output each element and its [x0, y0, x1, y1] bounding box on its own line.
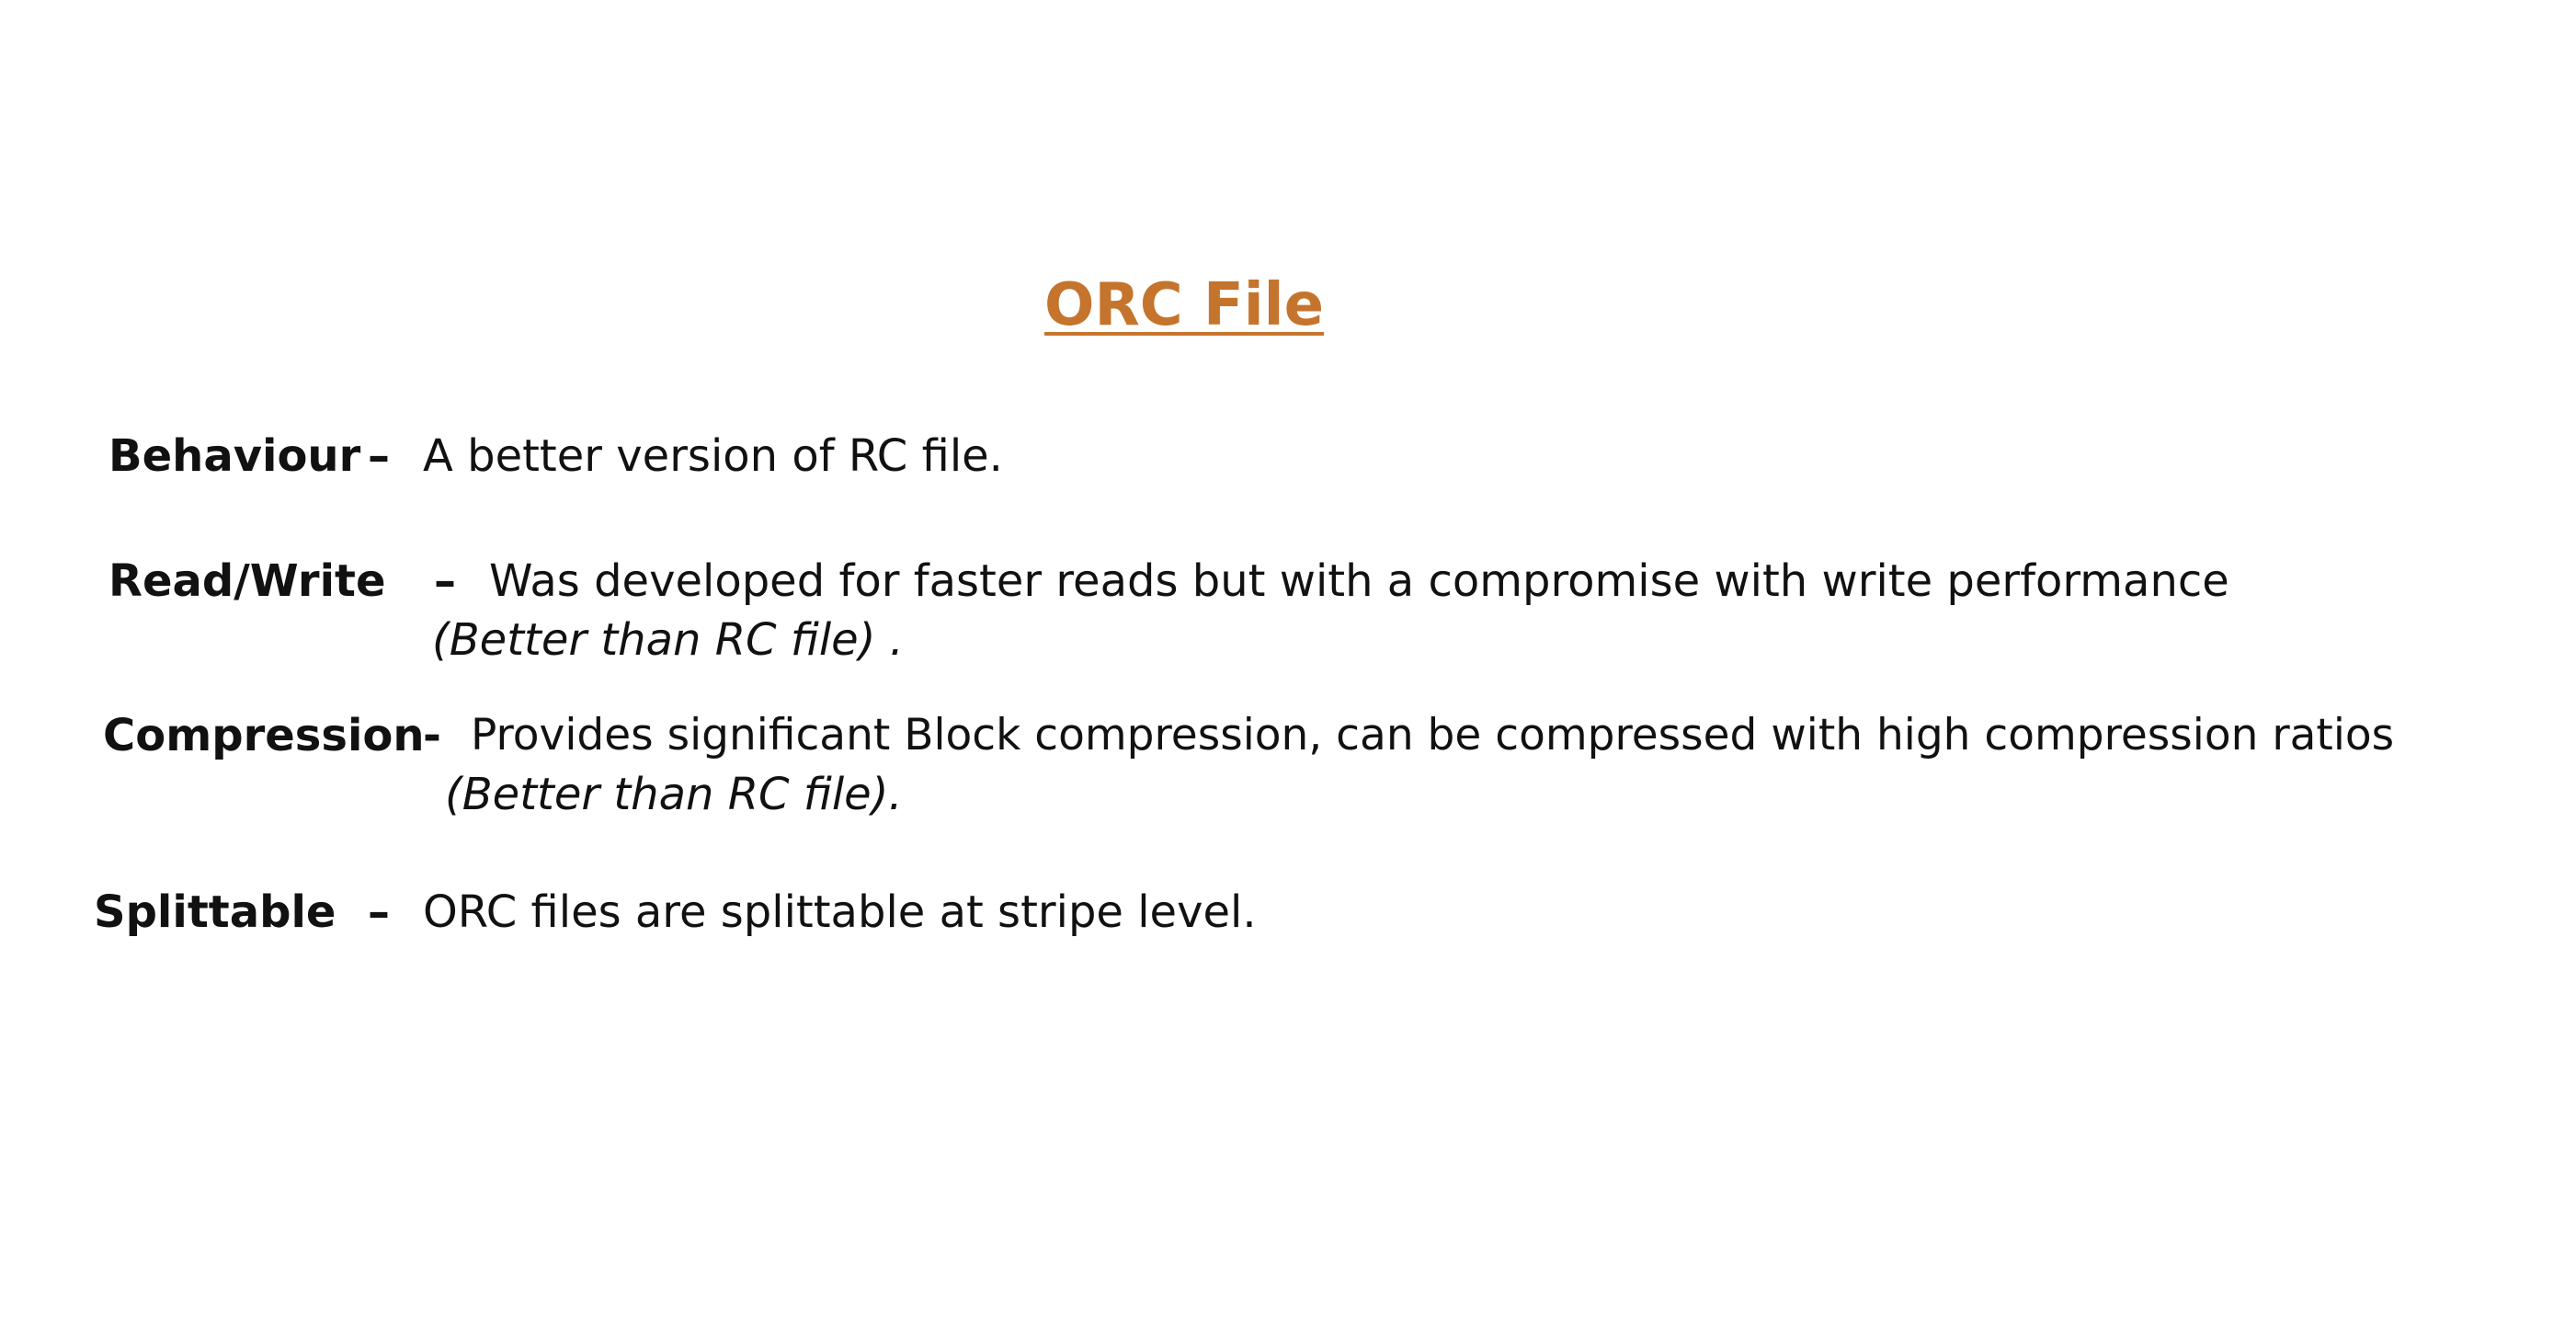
property-description: A better version of RC file. [423, 430, 1003, 482]
property-term: Splittable [94, 886, 336, 938]
property-description: Provides significant Block compression, … [471, 710, 2395, 760]
property-note: (Better than RC file). [445, 769, 903, 820]
property-description: Was developed for faster reads but with … [489, 555, 2229, 607]
property-note: (Better than RC file) . [432, 614, 904, 666]
page-title: ORC File [1044, 271, 1324, 339]
property-description: ORC files are splittable at stripe level… [423, 886, 1257, 938]
property-term: Read/Write [108, 555, 386, 607]
property-term: Behaviour [108, 430, 361, 482]
property-separator: – [368, 886, 390, 938]
property-term: Compression [103, 710, 425, 761]
property-separator: – [434, 555, 456, 607]
property-separator: - [423, 710, 441, 761]
property-separator: – [368, 430, 390, 482]
slide: ORC File Behaviour – A better version of… [0, 0, 2576, 1326]
